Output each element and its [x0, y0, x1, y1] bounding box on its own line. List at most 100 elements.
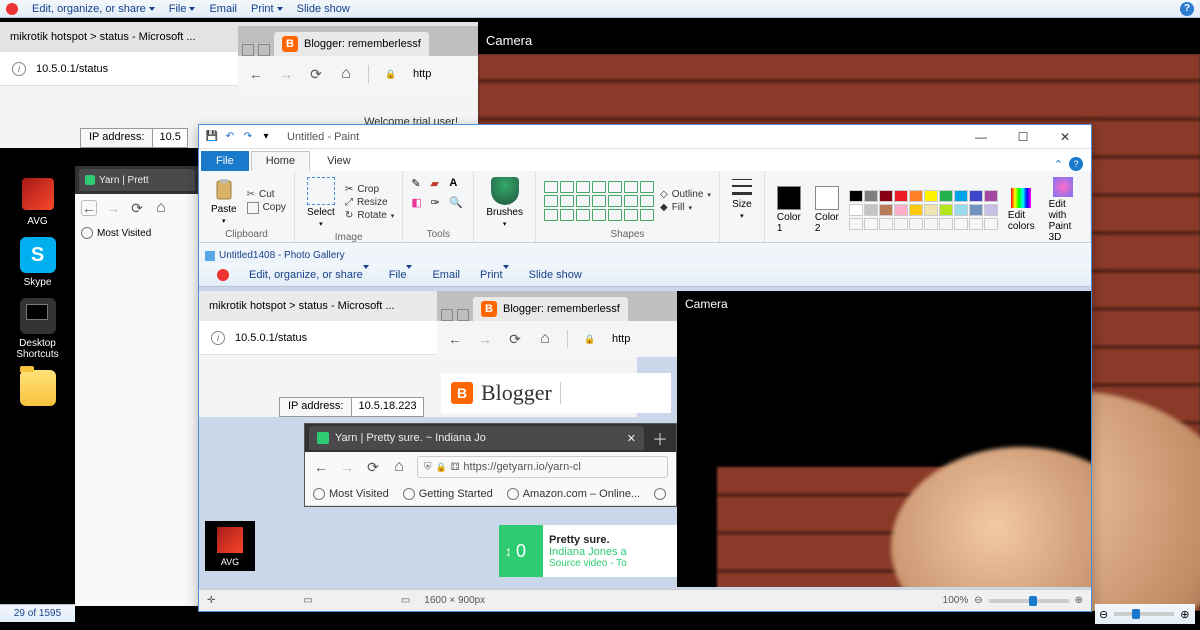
- edge-blogger-tab[interactable]: B Blogger: rememberlessf: [473, 297, 628, 321]
- help-icon[interactable]: ?: [1069, 157, 1083, 171]
- zoom-out-button[interactable]: ⊖: [974, 595, 982, 606]
- reload-button[interactable]: [507, 331, 523, 347]
- magnify-tool[interactable]: 🔍: [449, 196, 465, 209]
- zoom-slider[interactable]: [989, 599, 1069, 603]
- firefox-tab[interactable]: Yarn | Pretty sure. ~ Indiana Jo ✕: [309, 426, 644, 450]
- yarn-play-badge[interactable]: 0: [499, 525, 543, 577]
- zoom-in-button[interactable]: ⊕: [1075, 595, 1083, 606]
- inner-desktop-icon-avg[interactable]: AVG: [205, 521, 255, 571]
- outline-button[interactable]: ◇Outline▾: [660, 189, 711, 200]
- bookmark-more[interactable]: [654, 488, 666, 500]
- redo-icon[interactable]: ↷: [241, 130, 255, 144]
- fill-button[interactable]: ◆Fill▾: [660, 202, 711, 213]
- reload-button[interactable]: [129, 200, 145, 216]
- menu-file[interactable]: File: [169, 3, 196, 15]
- resize-button[interactable]: ⤢Resize: [345, 197, 394, 208]
- home-button[interactable]: [537, 331, 553, 347]
- undo-icon[interactable]: ↶: [223, 130, 237, 144]
- tabs-icon[interactable]: [242, 44, 254, 56]
- tabs-icon[interactable]: [457, 309, 469, 321]
- select-button[interactable]: Select▾: [303, 175, 339, 230]
- palette-empty[interactable]: [849, 218, 998, 230]
- menu-email[interactable]: Email: [209, 3, 237, 15]
- qat-dropdown-icon[interactable]: ▾: [259, 130, 273, 144]
- forward-button[interactable]: [105, 200, 121, 216]
- yarn-clip-card[interactable]: 0 Pretty sure. Indiana Jones a Source vi…: [499, 525, 677, 577]
- inner-pg-menubar: Edit, organize, or share File Email Prin…: [199, 263, 1091, 287]
- maximize-button[interactable]: ☐: [1003, 126, 1043, 148]
- reload-button[interactable]: [365, 459, 381, 475]
- photo-gallery-zoom[interactable]: ⊖⊕: [1095, 604, 1195, 624]
- close-button[interactable]: ✕: [1045, 126, 1085, 148]
- cut-button[interactable]: ✂Cut: [247, 189, 286, 200]
- forward-button[interactable]: [477, 331, 493, 347]
- tab-view[interactable]: View: [312, 151, 366, 171]
- tabs-icon[interactable]: [441, 309, 453, 321]
- size-button[interactable]: Size▾: [728, 175, 756, 222]
- eraser-tool[interactable]: ◧: [411, 196, 427, 209]
- minimize-button[interactable]: —: [961, 126, 1001, 148]
- firefox-tab[interactable]: Yarn | Prett: [79, 169, 195, 191]
- desktop-icon-avg[interactable]: AVG: [8, 176, 68, 227]
- menu-email[interactable]: Email: [432, 269, 460, 281]
- edge-blogger-tab[interactable]: B Blogger: rememberlessf: [274, 32, 429, 56]
- fill-tool[interactable]: ▰: [430, 177, 446, 190]
- save-icon[interactable]: 💾: [205, 130, 219, 144]
- bookmark-getting-started[interactable]: Getting Started: [403, 488, 493, 500]
- brushes-button[interactable]: Brushes▾: [482, 175, 527, 230]
- desktop-icon-folder[interactable]: [8, 370, 68, 406]
- home-button[interactable]: [391, 459, 407, 475]
- pencil-tool[interactable]: ✎: [411, 177, 427, 190]
- bookmark-most-visited[interactable]: Most Visited: [313, 488, 389, 500]
- menu-slideshow[interactable]: Slide show: [529, 269, 582, 281]
- back-button[interactable]: [447, 331, 463, 347]
- reload-button[interactable]: [308, 66, 324, 82]
- ip-label: IP address:: [80, 128, 153, 148]
- tab-home[interactable]: Home: [251, 151, 310, 171]
- menu-print[interactable]: Print: [480, 269, 509, 281]
- copy-button[interactable]: Copy: [247, 202, 286, 214]
- menu-slideshow[interactable]: Slide show: [297, 3, 350, 15]
- shield-icon[interactable]: [424, 461, 432, 473]
- home-button[interactable]: [338, 66, 354, 82]
- ribbon-tabs: File Home View ⌃?: [199, 149, 1091, 171]
- back-button[interactable]: [81, 200, 97, 216]
- tabs-icon[interactable]: [258, 44, 270, 56]
- edit-colors-button[interactable]: Edit colors: [1004, 186, 1039, 234]
- new-tab-button[interactable]: ＋: [648, 426, 672, 450]
- bookmark-amazon[interactable]: Amazon.com – Online...: [507, 488, 640, 500]
- forward-button[interactable]: [339, 459, 355, 475]
- crop-button[interactable]: ✂Crop: [345, 184, 394, 195]
- close-tab-icon[interactable]: ✕: [627, 432, 636, 445]
- text-tool[interactable]: A: [449, 177, 465, 189]
- paint3d-button[interactable]: Edit with Paint 3D: [1045, 175, 1082, 245]
- desktop-icon-shortcuts[interactable]: Desktop Shortcuts: [8, 298, 68, 360]
- menu-edit-organize[interactable]: Edit, organize, or share: [32, 3, 155, 15]
- forward-button[interactable]: [278, 66, 294, 82]
- color1-button[interactable]: Color 1: [773, 184, 805, 236]
- color2-button[interactable]: Color 2: [811, 184, 843, 236]
- palette[interactable]: [849, 190, 998, 202]
- help-icon[interactable]: ?: [1180, 2, 1194, 16]
- firefox-addressbar[interactable]: ⚃ https://getyarn.io/yarn-cl: [417, 456, 668, 478]
- paste-button[interactable]: Paste▾: [207, 176, 241, 227]
- tab-file[interactable]: File: [201, 151, 249, 171]
- picker-tool[interactable]: ✑: [430, 196, 446, 209]
- paint-canvas[interactable]: Untitled1408 - Photo Gallery Edit, organ…: [199, 243, 1091, 589]
- menu-file[interactable]: File: [389, 269, 413, 281]
- rotate-button[interactable]: ↻Rotate▾: [345, 210, 394, 221]
- info-icon[interactable]: i: [211, 331, 225, 345]
- info-icon[interactable]: i: [12, 62, 26, 76]
- back-button[interactable]: [248, 66, 264, 82]
- collapse-ribbon-icon[interactable]: ⌃: [1054, 158, 1063, 171]
- zoom-value: 100%: [943, 595, 969, 606]
- shapes-gallery[interactable]: [544, 181, 654, 221]
- back-button[interactable]: [313, 459, 329, 475]
- desktop-icon-skype[interactable]: Skype: [8, 237, 68, 288]
- menu-edit-organize[interactable]: Edit, organize, or share: [249, 269, 369, 281]
- palette[interactable]: [849, 204, 998, 216]
- bookmark-most-visited[interactable]: Most Visited: [97, 228, 151, 239]
- menu-print[interactable]: Print: [251, 3, 283, 15]
- firefox-yarn-window: Yarn | Pretty sure. ~ Indiana Jo ✕ ＋ ⚃ h…: [304, 423, 677, 507]
- home-button[interactable]: [153, 200, 169, 216]
